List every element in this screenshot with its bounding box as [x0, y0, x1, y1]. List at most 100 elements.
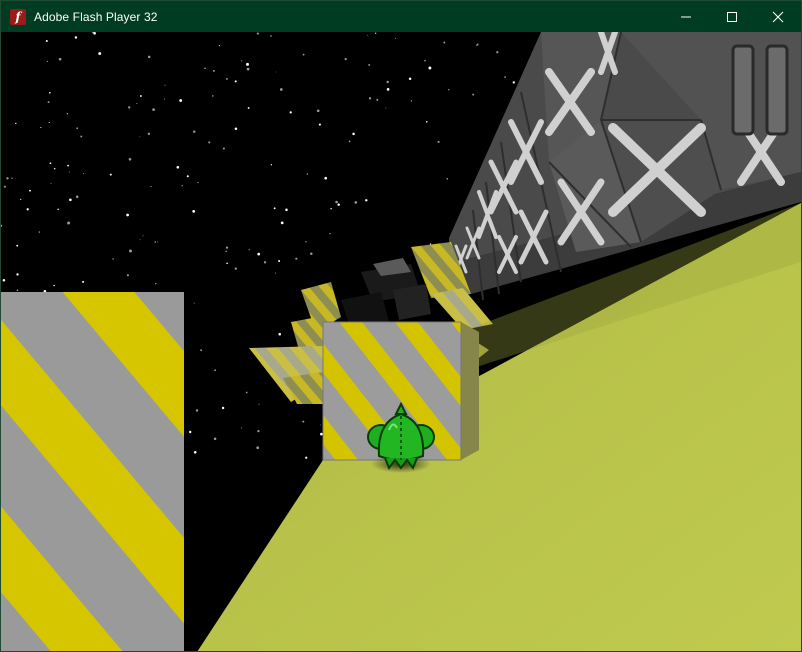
game-scene — [1, 32, 801, 651]
star — [234, 127, 238, 130]
star — [278, 332, 281, 336]
star — [246, 67, 250, 71]
star — [512, 81, 515, 84]
star — [410, 100, 412, 102]
star — [248, 249, 250, 251]
striped-wall-left — [1, 292, 184, 651]
star — [155, 283, 157, 285]
star — [15, 122, 17, 125]
star — [278, 260, 281, 262]
star — [128, 106, 131, 109]
star — [147, 55, 151, 59]
star — [306, 173, 308, 175]
star — [365, 199, 368, 202]
star — [316, 109, 320, 113]
star — [128, 158, 132, 161]
star — [305, 456, 308, 459]
star — [221, 406, 225, 410]
star — [225, 77, 228, 80]
star — [246, 62, 249, 66]
star — [164, 84, 166, 86]
star — [152, 108, 155, 111]
star — [504, 76, 506, 78]
star — [76, 127, 79, 130]
star — [295, 257, 298, 260]
star — [192, 130, 196, 133]
star — [329, 233, 331, 235]
star — [67, 221, 71, 225]
star — [256, 446, 260, 450]
star — [126, 274, 129, 277]
star — [426, 121, 428, 123]
star — [476, 44, 478, 46]
star — [496, 51, 499, 54]
star — [139, 239, 141, 241]
star — [273, 207, 276, 210]
star — [337, 203, 340, 206]
star — [310, 252, 313, 255]
star — [275, 71, 277, 73]
star — [204, 67, 206, 70]
star — [154, 241, 157, 243]
star — [6, 177, 9, 180]
star — [258, 403, 260, 405]
star — [48, 91, 51, 94]
star — [368, 63, 371, 66]
star — [302, 420, 305, 423]
star — [289, 111, 292, 114]
star — [98, 52, 102, 55]
star — [74, 36, 78, 39]
star — [218, 45, 220, 47]
star — [53, 284, 55, 287]
maximize-icon — [727, 11, 737, 22]
star — [192, 210, 196, 213]
star — [16, 289, 19, 292]
close-button[interactable] — [755, 1, 801, 32]
star — [195, 409, 199, 412]
star — [385, 107, 387, 109]
minimize-button[interactable] — [663, 1, 709, 32]
flash-player-window: f Adobe Flash Player 32 — [0, 0, 802, 652]
star — [29, 189, 31, 192]
star — [428, 66, 432, 70]
star — [53, 167, 56, 170]
star — [11, 177, 13, 179]
star — [208, 141, 211, 144]
star — [335, 200, 338, 204]
star — [46, 60, 49, 62]
star — [157, 241, 159, 243]
star — [394, 37, 397, 39]
star — [176, 165, 180, 169]
star — [257, 429, 260, 433]
star — [2, 279, 6, 282]
star — [240, 427, 243, 429]
maximize-button[interactable] — [709, 1, 755, 32]
star — [163, 98, 166, 100]
star — [197, 182, 199, 183]
window-controls — [663, 1, 801, 32]
star — [75, 195, 79, 199]
star — [263, 261, 267, 264]
star — [26, 208, 29, 211]
star — [320, 432, 323, 436]
star — [47, 101, 50, 104]
star — [352, 132, 355, 136]
star — [368, 97, 372, 100]
star — [49, 162, 52, 165]
star — [126, 213, 129, 217]
star — [386, 80, 389, 84]
star — [82, 280, 85, 283]
star — [16, 273, 19, 276]
star — [179, 99, 183, 102]
star — [367, 34, 368, 36]
star — [437, 140, 440, 143]
star — [302, 53, 305, 56]
star — [139, 95, 142, 97]
star — [109, 173, 112, 176]
star — [93, 32, 96, 35]
star — [68, 171, 70, 173]
star — [45, 40, 48, 42]
star — [234, 80, 237, 83]
game-stage[interactable] — [1, 32, 801, 651]
star — [150, 186, 152, 187]
